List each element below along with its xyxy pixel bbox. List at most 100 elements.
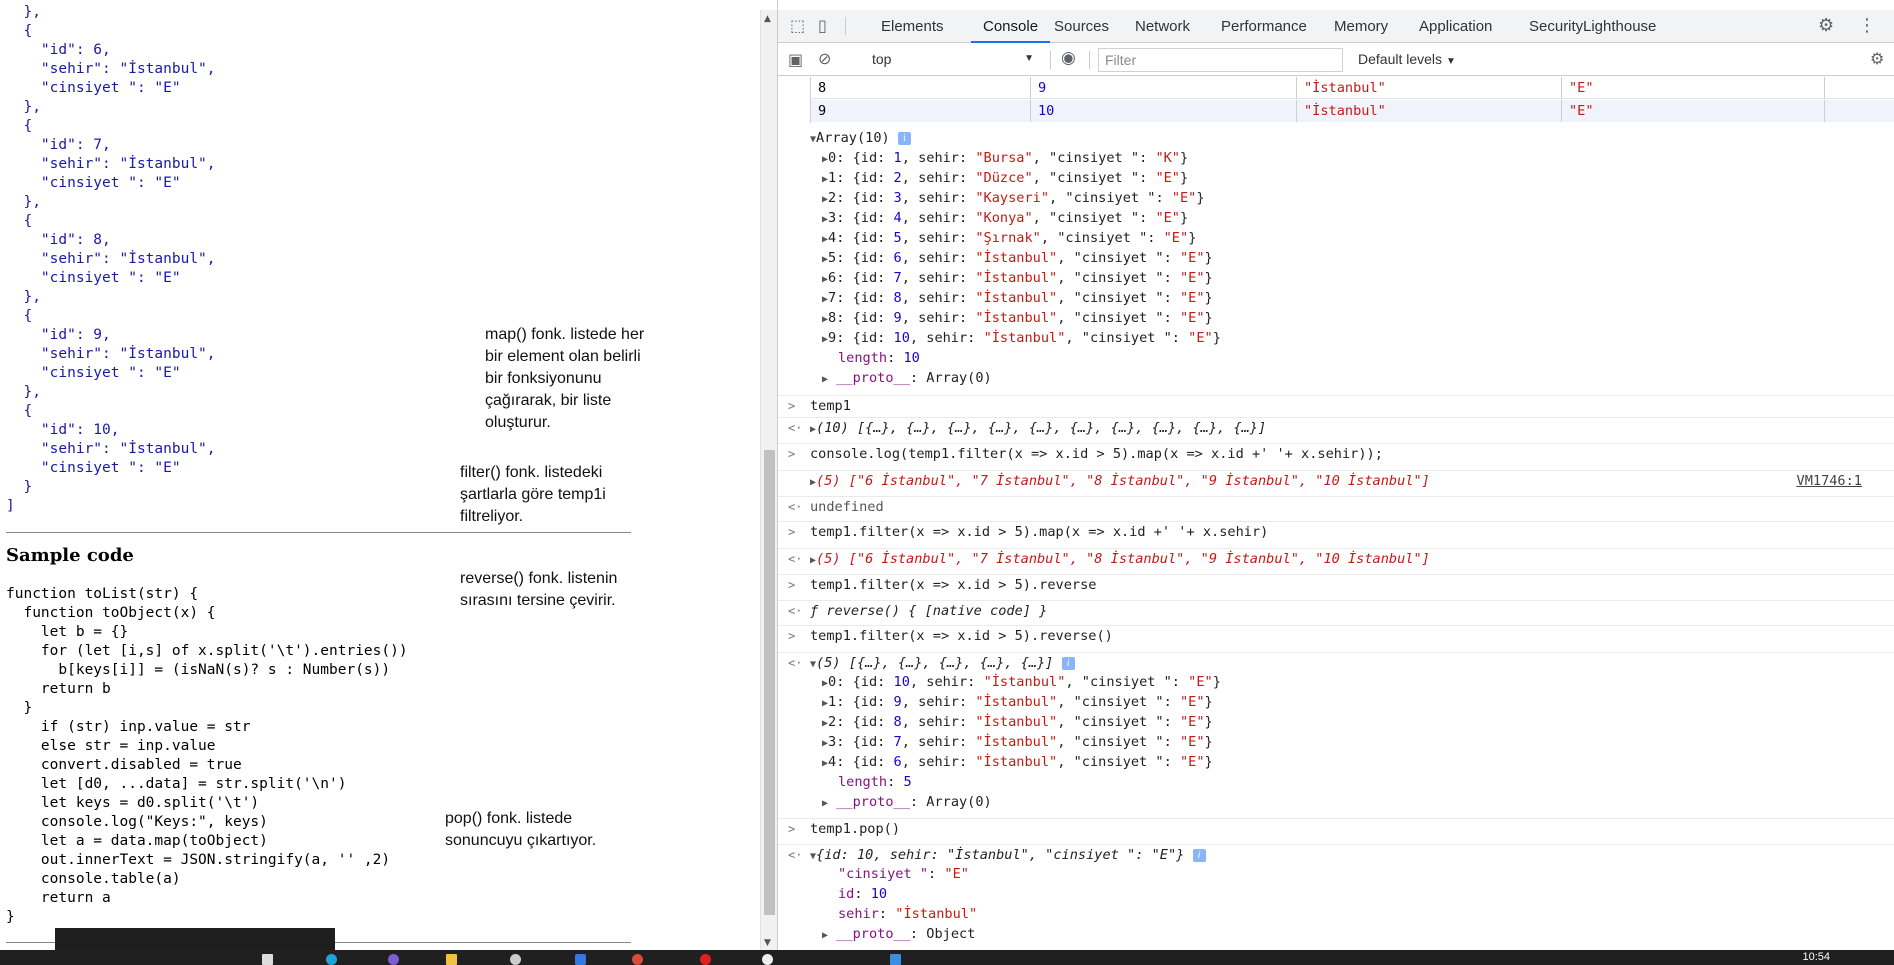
source-link[interactable]: VM1746:1 — [1797, 471, 1862, 491]
tab-elements[interactable]: Elements — [881, 10, 944, 43]
item-index: 4 — [828, 230, 837, 246]
array-length: length: 10 — [838, 350, 920, 366]
info-icon: i — [897, 131, 911, 145]
prompt-chevron-icon: > — [788, 822, 796, 836]
tab-lighthouse[interactable]: Lighthouse — [1583, 10, 1656, 43]
edge-icon[interactable] — [326, 954, 337, 965]
sample-code-block: function toList(str) { function toObject… — [6, 586, 408, 925]
item-cinsiyet: "E" — [1155, 210, 1180, 226]
array-length-value: 5 — [903, 774, 912, 790]
array-header[interactable]: ▼Array(10) i — [810, 128, 1894, 148]
item-sehir: "İstanbul" — [975, 270, 1058, 286]
console-settings-icon[interactable]: ⚙ — [1870, 49, 1884, 68]
console-result-line: <· ƒ reverse() { [native code] } — [778, 600, 1894, 620]
clear-console-icon[interactable]: ⊘ — [818, 49, 831, 68]
item-index: 2 — [828, 714, 837, 730]
context-select[interactable]: top ▼ — [868, 48, 1038, 70]
console-result-line: <· undefined — [778, 496, 1894, 516]
task-view-icon[interactable] — [262, 954, 273, 965]
log-text[interactable]: ▶(5) ["6 İstanbul", "7 İstanbul", "8 İst… — [810, 471, 1430, 493]
toolbar-separator — [1089, 51, 1090, 69]
prompt-chevron-icon: > — [788, 629, 796, 643]
tab-sources[interactable]: Sources — [1054, 10, 1109, 43]
list-item[interactable]: ▶4: {id: 6, sehir: "İstanbul", "cinsiyet… — [822, 752, 1894, 772]
eye-icon[interactable]: ◉ — [1061, 48, 1076, 68]
list-item[interactable]: ▶8: {id: 9, sehir: "İstanbul", "cinsiyet… — [822, 308, 1894, 328]
item-id: 1 — [893, 150, 902, 166]
sidebar-toggle-icon[interactable]: ▣ — [788, 50, 803, 69]
object-proto[interactable]: ▶ __proto__: Object — [822, 924, 1894, 944]
page-content: }, { "id": 6, "sehir": "İstanbul", "cins… — [0, 0, 760, 950]
chevron-down-icon: ▼ — [1024, 53, 1034, 64]
console-result-line[interactable]: <· ▼{id: 10, sehir: "İstanbul", "cinsiyet… — [778, 844, 1894, 864]
item-index: 6 — [828, 270, 837, 286]
settings-gear-icon[interactable]: ⚙ — [1818, 15, 1834, 36]
item-id: 4 — [893, 210, 902, 226]
note-reverse: reverse() fonk. listenin sırasını tersin… — [460, 570, 618, 609]
list-item[interactable]: ▶6: {id: 7, sehir: "İstanbul", "cinsiyet… — [822, 268, 1894, 288]
result-chevron-icon: <· — [788, 500, 803, 514]
list-item[interactable]: ▶9: {id: 10, sehir: "İstanbul", "cinsiye… — [822, 328, 1894, 348]
filter-input[interactable] — [1098, 48, 1343, 72]
console-result-line: <· ▶(10) [{…}, {…}, {…}, {…}, {…}, {…}, {… — [778, 417, 1894, 437]
result-chevron-icon: <· — [788, 848, 803, 862]
more-options-icon[interactable]: ⋮ — [1858, 15, 1876, 36]
tab-performance[interactable]: Performance — [1221, 10, 1307, 43]
list-item[interactable]: ▶3: {id: 7, sehir: "İstanbul", "cinsiyet… — [822, 732, 1894, 752]
item-id: 9 — [893, 310, 902, 326]
object-prop: id: 10 — [838, 886, 888, 902]
device-toolbar-icon[interactable]: ▯ — [818, 16, 827, 35]
inspect-element-icon[interactable]: ⬚ — [790, 16, 805, 35]
tab-network[interactable]: Network — [1135, 10, 1190, 43]
item-cinsiyet: "K" — [1155, 150, 1180, 166]
list-item[interactable]: ▶3: {id: 4, sehir: "Konya", "cinsiyet ":… — [822, 208, 1894, 228]
list-item[interactable]: ▶2: {id: 8, sehir: "İstanbul", "cinsiyet… — [822, 712, 1894, 732]
array-proto[interactable]: ▶ __proto__: Array(0) — [822, 368, 1894, 388]
log-levels-dropdown[interactable]: Default levels ▼ — [1358, 48, 1456, 73]
list-item[interactable]: ▶2: {id: 3, sehir: "Kayseri", "cinsiyet … — [822, 188, 1894, 208]
console-result-line[interactable]: <· ▼(5) [{…}, {…}, {…}, {…}, {…}] i — [778, 652, 1894, 672]
app-icon[interactable] — [762, 954, 773, 965]
console-input-line: > temp1 — [778, 395, 1894, 415]
prompt-chevron-icon: > — [788, 578, 796, 592]
list-item[interactable]: ▶4: {id: 5, sehir: "Şırnak", "cinsiyet "… — [822, 228, 1894, 248]
list-item[interactable]: ▶7: {id: 8, sehir: "İstanbul", "cinsiyet… — [822, 288, 1894, 308]
object-prop: "cinsiyet ": "E" — [838, 866, 969, 882]
list-item[interactable]: ▶0: {id: 1, sehir: "Bursa", "cinsiyet ":… — [822, 148, 1894, 168]
tab-application[interactable]: Application — [1419, 10, 1492, 43]
folder-icon[interactable] — [446, 954, 457, 965]
item-index: 3 — [828, 734, 837, 750]
command-text: temp1.filter(x => x.id > 5).reverse — [810, 577, 1097, 593]
app-icon[interactable] — [510, 954, 521, 965]
collapsed-triangle-icon: ▶ — [822, 930, 829, 941]
result-text[interactable]: ▶(5) ["6 İstanbul", "7 İstanbul", "8 İst… — [810, 549, 1430, 571]
chrome-icon[interactable] — [632, 954, 643, 965]
app-icon[interactable] — [388, 954, 399, 965]
list-item[interactable]: ▶1: {id: 2, sehir: "Düzce", "cinsiyet ":… — [822, 168, 1894, 188]
app-icon[interactable] — [890, 954, 901, 965]
item-sehir: "İstanbul" — [975, 714, 1058, 730]
array-proto[interactable]: ▶ __proto__: Array(0) — [822, 792, 1894, 812]
item-sehir: "İstanbul" — [975, 250, 1058, 266]
tab-security[interactable]: Security — [1529, 10, 1583, 43]
table-row: 9 10 "İstanbul" "E" — [811, 100, 1894, 122]
list-item[interactable]: ▶0: {id: 10, sehir: "İstanbul", "cinsiye… — [822, 672, 1894, 692]
item-cinsiyet: "E" — [1155, 170, 1180, 186]
app-icon[interactable] — [700, 954, 711, 965]
item-index: 0 — [828, 150, 837, 166]
tab-memory[interactable]: Memory — [1334, 10, 1388, 43]
scroll-up-icon[interactable]: ▲ — [764, 14, 771, 24]
list-item[interactable]: ▶1: {id: 9, sehir: "İstanbul", "cinsiyet… — [822, 692, 1894, 712]
list-item[interactable]: ▶5: {id: 6, sehir: "İstanbul", "cinsiyet… — [822, 248, 1894, 268]
item-id: 10 — [893, 674, 910, 690]
result-chevron-icon: <· — [788, 421, 803, 435]
page-scrollbar[interactable]: ▲ ▼ — [760, 10, 777, 950]
item-id: 7 — [893, 270, 902, 286]
item-sehir: "İstanbul" — [983, 330, 1066, 346]
table-cell-id: 10 — [1031, 100, 1297, 122]
scroll-down-icon[interactable]: ▼ — [764, 938, 771, 948]
result-text[interactable]: ▶(10) [{…}, {…}, {…}, {…}, {…}, {…}, {…}… — [810, 418, 1266, 440]
app-icon[interactable] — [575, 954, 586, 965]
tab-console[interactable]: Console — [971, 10, 1051, 43]
scrollbar-thumb[interactable] — [764, 450, 775, 915]
